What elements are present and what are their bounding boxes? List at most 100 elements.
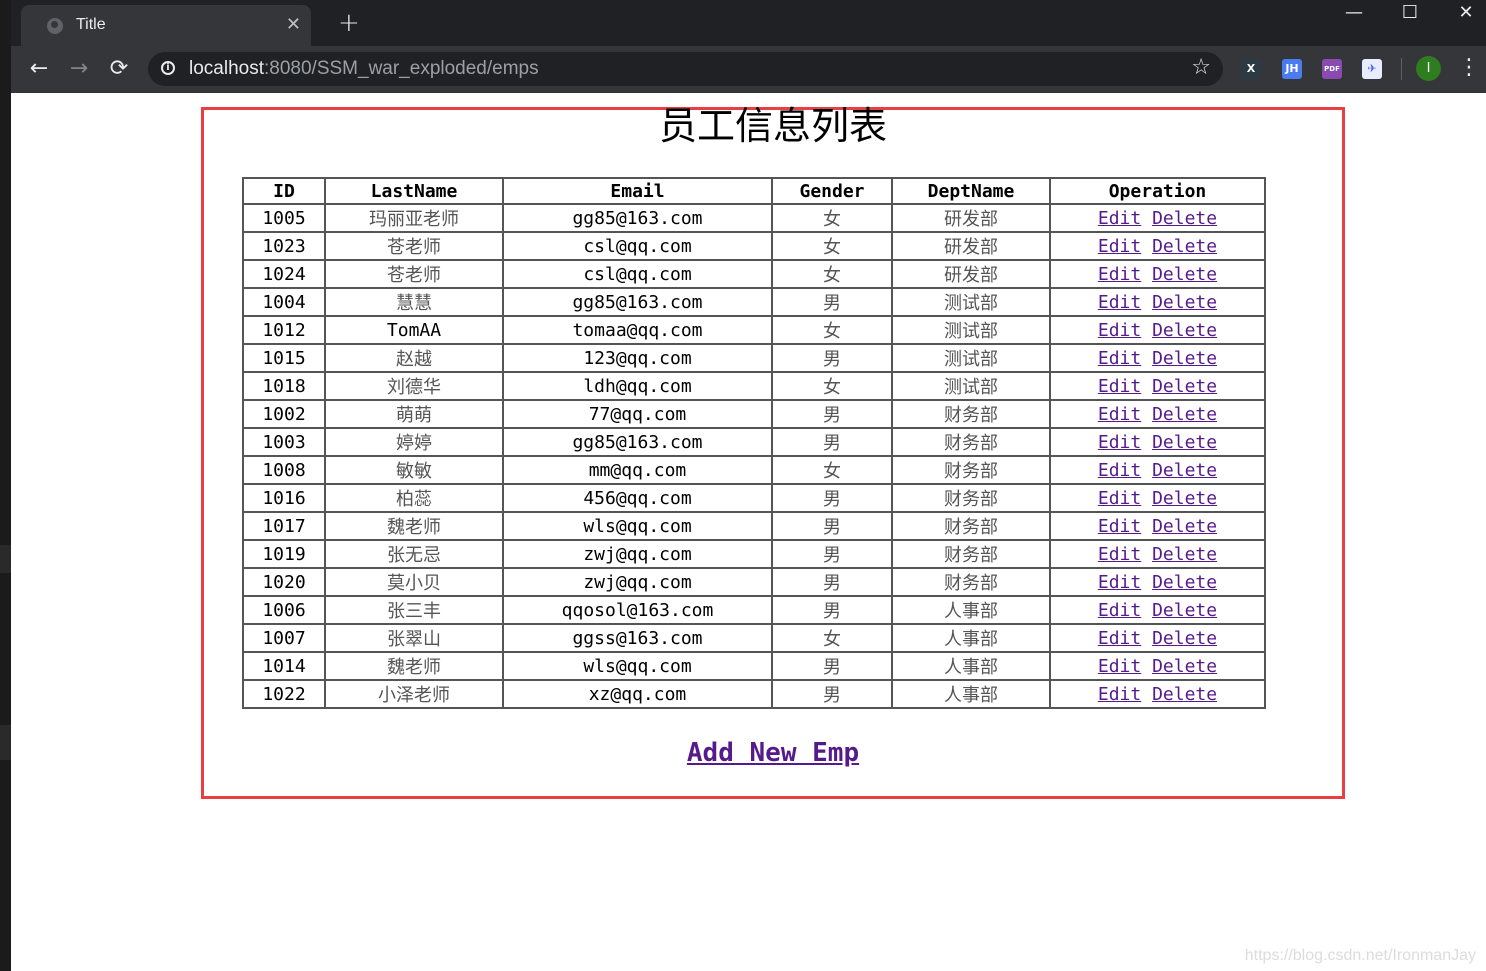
edit-link[interactable]: Edit <box>1098 684 1141 705</box>
cell-deptname: 财务部 <box>891 511 1051 541</box>
cell-id: 1017 <box>242 511 326 541</box>
delete-link[interactable]: Delete <box>1152 208 1217 229</box>
cell-operation: Edit Delete <box>1049 427 1266 457</box>
reload-icon[interactable]: ⟳ <box>105 55 133 83</box>
edit-link[interactable]: Edit <box>1098 488 1141 509</box>
cell-lastname: 莫小贝 <box>324 567 504 597</box>
cell-operation: Edit Delete <box>1049 455 1266 485</box>
edit-link[interactable]: Edit <box>1098 572 1141 593</box>
delete-link[interactable]: Delete <box>1152 572 1217 593</box>
delete-link[interactable]: Delete <box>1152 404 1217 425</box>
cell-lastname: 魏老师 <box>324 651 504 681</box>
cell-id: 1005 <box>242 203 326 233</box>
cell-email: mm@qq.com <box>502 455 773 485</box>
table-row: 1022 小泽老师 xz@qq.com 男人事部 Edit Delete <box>242 679 1266 709</box>
browser-tab[interactable]: Title ✕ <box>21 5 311 46</box>
edit-link[interactable]: Edit <box>1098 656 1141 677</box>
table-row: 1016 柏蕊 456@qq.com 男财务部 Edit Delete <box>242 483 1266 513</box>
edit-link[interactable]: Edit <box>1098 600 1141 621</box>
cell-id: 1023 <box>242 231 326 261</box>
edit-link[interactable]: Edit <box>1098 460 1141 481</box>
delete-link[interactable]: Delete <box>1152 488 1217 509</box>
new-tab-button[interactable]: + <box>338 8 360 38</box>
back-arrow-icon[interactable]: ← <box>25 55 53 83</box>
cell-id: 1024 <box>242 259 326 289</box>
delete-link[interactable]: Delete <box>1152 264 1217 285</box>
employee-table: ID LastName Email Gender DeptName Operat… <box>242 177 1266 709</box>
bookmark-star-icon[interactable]: ☆ <box>1191 55 1211 80</box>
close-tab-icon[interactable]: ✕ <box>286 14 301 35</box>
cell-deptname: 研发部 <box>891 259 1051 289</box>
minimize-button[interactable]: — <box>1326 0 1382 30</box>
cell-deptname: 人事部 <box>891 595 1051 625</box>
delete-link[interactable]: Delete <box>1152 600 1217 621</box>
edit-link[interactable]: Edit <box>1098 376 1141 397</box>
jh-extension-icon[interactable]: JH <box>1282 59 1302 79</box>
add-new-emp-link[interactable]: Add New Emp <box>687 738 859 768</box>
edit-link[interactable]: Edit <box>1098 320 1141 341</box>
cell-operation: Edit Delete <box>1049 371 1266 401</box>
address-bar[interactable]: i localhost:8080/SSM_war_exploded/emps ☆ <box>148 52 1223 86</box>
delete-link[interactable]: Delete <box>1152 236 1217 257</box>
pdf-extension-icon[interactable]: PDF <box>1322 59 1342 79</box>
cell-deptname: 测试部 <box>891 315 1051 345</box>
delete-link[interactable]: Delete <box>1152 432 1217 453</box>
delete-link[interactable]: Delete <box>1152 656 1217 677</box>
delete-link[interactable]: Delete <box>1152 516 1217 537</box>
watermark: https://blog.csdn.net/IronmanJay <box>1244 947 1476 964</box>
more-menu-icon[interactable]: ⋮ <box>1458 54 1480 82</box>
url-path: :8080/SSM_war_exploded/emps <box>264 58 539 79</box>
delete-link[interactable]: Delete <box>1152 320 1217 341</box>
cell-lastname: 张三丰 <box>324 595 504 625</box>
cell-id: 1007 <box>242 623 326 653</box>
edit-link[interactable]: Edit <box>1098 236 1141 257</box>
table-row: 1014 魏老师 wls@qq.com 男人事部 Edit Delete <box>242 651 1266 681</box>
info-icon[interactable]: i <box>161 61 175 75</box>
cell-lastname: 赵越 <box>324 343 504 373</box>
cell-id: 1008 <box>242 455 326 485</box>
delete-link[interactable]: Delete <box>1152 292 1217 313</box>
column-header-deptname: DeptName <box>891 177 1051 205</box>
cell-email: gg85@163.com <box>502 287 773 317</box>
cell-id: 1006 <box>242 595 326 625</box>
bird-extension-icon[interactable]: ✈ <box>1362 59 1382 79</box>
close-window-button[interactable]: ✕ <box>1438 0 1486 30</box>
cell-lastname: 玛丽亚老师 <box>324 203 504 233</box>
edit-link[interactable]: Edit <box>1098 348 1141 369</box>
cell-deptname: 财务部 <box>891 483 1051 513</box>
table-header-row: ID LastName Email Gender DeptName Operat… <box>242 177 1266 205</box>
url-text[interactable]: localhost:8080/SSM_war_exploded/emps <box>189 58 539 80</box>
forward-arrow-icon[interactable]: → <box>65 55 93 83</box>
cell-email: zwj@qq.com <box>502 539 773 569</box>
cell-email: xz@qq.com <box>502 679 773 709</box>
x-extension-icon[interactable]: X <box>1241 59 1261 79</box>
edit-link[interactable]: Edit <box>1098 292 1141 313</box>
delete-link[interactable]: Delete <box>1152 544 1217 565</box>
delete-link[interactable]: Delete <box>1152 348 1217 369</box>
background-app-row <box>0 725 11 760</box>
edit-link[interactable]: Edit <box>1098 404 1141 425</box>
cell-lastname: 刘德华 <box>324 371 504 401</box>
cell-operation: Edit Delete <box>1049 595 1266 625</box>
cell-operation: Edit Delete <box>1049 203 1266 233</box>
cell-gender: 女 <box>771 259 893 289</box>
edit-link[interactable]: Edit <box>1098 432 1141 453</box>
delete-link[interactable]: Delete <box>1152 460 1217 481</box>
edit-link[interactable]: Edit <box>1098 544 1141 565</box>
profile-avatar[interactable]: I <box>1416 56 1441 81</box>
table-row: 1024 苍老师 csl@qq.com 女研发部 Edit Delete <box>242 259 1266 289</box>
delete-link[interactable]: Delete <box>1152 376 1217 397</box>
delete-link[interactable]: Delete <box>1152 684 1217 705</box>
tab-title: Title <box>76 16 106 33</box>
cell-email: ggss@163.com <box>502 623 773 653</box>
cell-deptname: 人事部 <box>891 651 1051 681</box>
delete-link[interactable]: Delete <box>1152 628 1217 649</box>
edit-link[interactable]: Edit <box>1098 264 1141 285</box>
table-row: 1002 萌萌 77@qq.com 男财务部 Edit Delete <box>242 399 1266 429</box>
cell-operation: Edit Delete <box>1049 259 1266 289</box>
cell-lastname: 张无忌 <box>324 539 504 569</box>
maximize-button[interactable]: ☐ <box>1382 0 1438 30</box>
edit-link[interactable]: Edit <box>1098 516 1141 537</box>
edit-link[interactable]: Edit <box>1098 628 1141 649</box>
edit-link[interactable]: Edit <box>1098 208 1141 229</box>
